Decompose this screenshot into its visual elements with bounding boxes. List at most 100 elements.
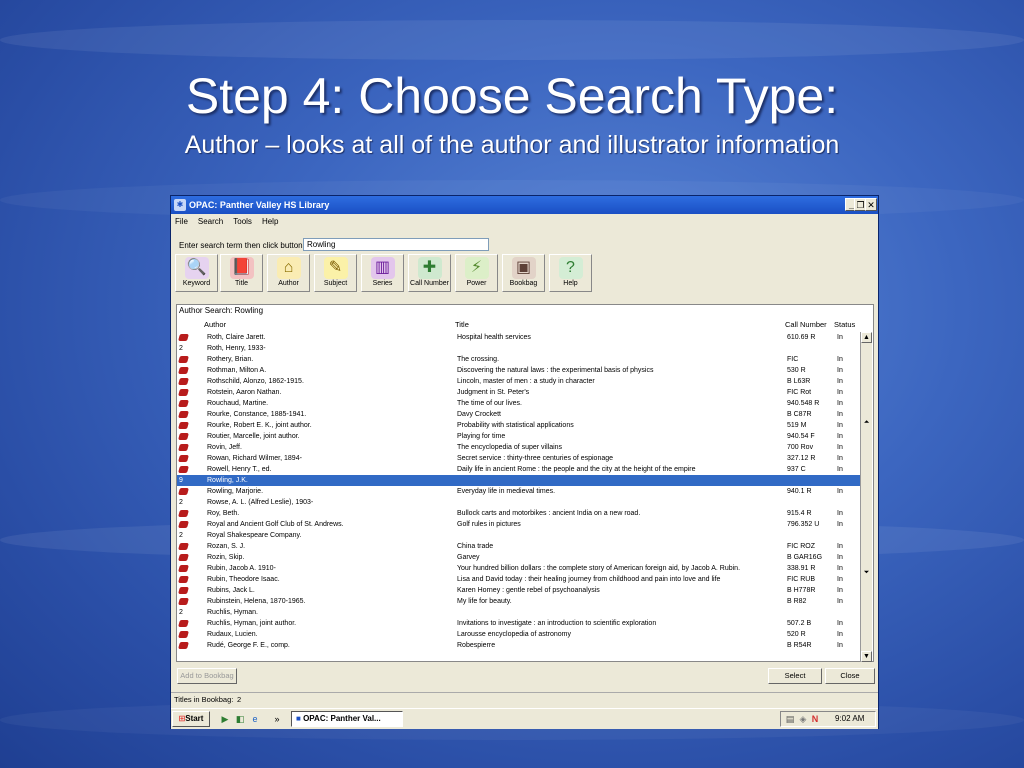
book-icon: [178, 598, 189, 605]
row-title: Lisa and David today : their healing jou…: [457, 576, 721, 583]
system-tray: ▤ ◈ N 9:02 AM: [780, 711, 876, 727]
row-call-number: 338.91 R: [787, 565, 816, 572]
column-header-status[interactable]: Status: [834, 320, 855, 329]
table-row[interactable]: 2 Ruchlis, Hyman.: [177, 607, 862, 618]
table-row[interactable]: 2 Roth, Henry, 1933-: [177, 343, 862, 354]
row-title: The crossing.: [457, 356, 500, 363]
table-row[interactable]: Rudé, George F. E., comp. Robespierre B R5…: [177, 640, 862, 651]
internet-explorer-icon[interactable]: e: [249, 713, 261, 725]
column-header-author[interactable]: Author: [204, 320, 226, 329]
taskbar-opac-window[interactable]: ■ OPAC: Panther Val...: [291, 711, 403, 727]
show-desktop-icon[interactable]: ▶: [219, 713, 231, 725]
table-row[interactable]: Rubins, Jack L. Karen Horney : gentle reb…: [177, 585, 862, 596]
book-icon: [178, 510, 189, 517]
table-row[interactable]: Royal and Ancient Golf Club of St. Andre…: [177, 519, 862, 530]
row-status: In: [837, 422, 843, 429]
row-author: Routier, Marcelle, joint author.: [207, 433, 300, 440]
title-search-button[interactable]: 📕 Title: [220, 254, 263, 292]
menu-bar: File Search Tools Help: [171, 215, 878, 229]
page-down-icon[interactable]: ⏷: [861, 568, 872, 579]
author-search-button[interactable]: ⌂ Author: [267, 254, 310, 292]
row-count: 2: [179, 532, 183, 539]
row-author: Rubin, Theodore Isaac.: [207, 576, 280, 583]
close-window-button[interactable]: ✕: [865, 198, 877, 211]
row-status: In: [837, 356, 843, 363]
row-author: Royal Shakespeare Company.: [207, 532, 302, 539]
series-search-button[interactable]: ▥ Series: [361, 254, 404, 292]
table-row[interactable]: Rourke, Constance, 1885-1941. Davy Crocke…: [177, 409, 862, 420]
table-row[interactable]: Rubinstein, Helena, 1870-1965. My life fo…: [177, 596, 862, 607]
bookbag-count-label: Titles in Bookbag:: [174, 695, 234, 704]
row-title: China trade: [457, 543, 494, 550]
table-row[interactable]: Rotstein, Aaron Nathan. Judgment in St. P…: [177, 387, 862, 398]
row-title: Secret service : thirty-three centuries …: [457, 455, 614, 462]
table-row[interactable]: Rowling, Marjorie. Everyday life in medie…: [177, 486, 862, 497]
table-row[interactable]: Rothschild, Alonzo, 1862-1915. Lincoln, m…: [177, 376, 862, 387]
row-call-number: B R54R: [787, 642, 812, 649]
table-row[interactable]: Rozin, Skip. Garvey B GAR16G In: [177, 552, 862, 563]
row-call-number: FIC: [787, 356, 799, 363]
table-row[interactable]: Rovin, Jeff. The encyclopedia of super vi…: [177, 442, 862, 453]
menu-file[interactable]: File: [175, 217, 188, 226]
table-row[interactable]: 9 Rowling, J.K.: [177, 475, 862, 486]
column-header-call-number[interactable]: Call Number: [785, 320, 827, 329]
search-prompt-label: Enter search term then click button:: [179, 241, 305, 250]
window-title: OPAC: Panther Valley HS Library: [189, 200, 330, 210]
select-button[interactable]: Select: [768, 668, 822, 684]
power-search-button[interactable]: ⚡ Power: [455, 254, 498, 292]
row-status: In: [837, 565, 843, 572]
results-scrollbar[interactable]: ▲ ⏶ ⏷ ▼: [860, 332, 872, 662]
keyword-search-button[interactable]: 🔍 Keyword: [175, 254, 218, 292]
table-row[interactable]: Rowell, Henry T., ed. Daily life in ancie…: [177, 464, 862, 475]
network-tray-icon[interactable]: ▤: [784, 713, 796, 725]
tray-app-icon[interactable]: ◈: [797, 713, 809, 725]
add-to-bookbag-button[interactable]: Add to Bookbag: [177, 668, 237, 684]
quicklaunch-app-icon[interactable]: ◧: [234, 713, 246, 725]
table-row[interactable]: Roy, Beth. Bullock carts and motorbikes :…: [177, 508, 862, 519]
help-button[interactable]: ? Help: [549, 254, 592, 292]
row-title: My life for beauty.: [457, 598, 512, 605]
column-header-title[interactable]: Title: [455, 320, 469, 329]
menu-search[interactable]: Search: [198, 217, 223, 226]
table-row[interactable]: Rubin, Jacob A. 1910- Your hundred billio…: [177, 563, 862, 574]
call-number-search-button[interactable]: ✚ Call Number: [408, 254, 451, 292]
table-row[interactable]: 2 Royal Shakespeare Company.: [177, 530, 862, 541]
norton-tray-icon[interactable]: N: [809, 713, 821, 725]
table-row[interactable]: Rouchaud, Martine. The time of our lives.…: [177, 398, 862, 409]
table-row[interactable]: Rourke, Robert E. K., joint author. Proba…: [177, 420, 862, 431]
search-input[interactable]: Rowling: [303, 238, 489, 251]
table-row[interactable]: Rothery, Brian. The crossing. FIC In: [177, 354, 862, 365]
menu-help[interactable]: Help: [262, 217, 278, 226]
bookbag-button[interactable]: ▣ Bookbag: [502, 254, 545, 292]
table-row[interactable]: Rowan, Richard Wilmer, 1894- Secret servi…: [177, 453, 862, 464]
table-row[interactable]: Rozan, S. J. China trade FIC ROZ In: [177, 541, 862, 552]
book-icon: [178, 444, 189, 451]
table-row[interactable]: 2 Rowse, A. L. (Alfred Leslie), 1903-: [177, 497, 862, 508]
scroll-up-button[interactable]: ▲: [861, 332, 872, 343]
menu-tools[interactable]: Tools: [233, 217, 252, 226]
row-call-number: 940.1 R: [787, 488, 812, 495]
close-button[interactable]: Close: [825, 668, 875, 684]
magnifier-icon: 🔍: [184, 257, 209, 279]
row-title: Bullock carts and motorbikes : ancient I…: [457, 510, 641, 517]
table-row[interactable]: Rudaux, Lucien. Larousse encyclopedia of …: [177, 629, 862, 640]
table-row[interactable]: Roth, Claire Jarett. Hospital health serv…: [177, 332, 862, 343]
row-status: In: [837, 378, 843, 385]
start-button[interactable]: ⊞Start: [172, 711, 210, 727]
row-status: In: [837, 389, 843, 396]
table-row[interactable]: Ruchlis, Hyman, joint author. Invitations…: [177, 618, 862, 629]
table-row[interactable]: Rothman, Milton A. Discovering the natura…: [177, 365, 862, 376]
window-titlebar[interactable]: ✱ OPAC: Panther Valley HS Library _ ❐ ✕: [171, 196, 878, 214]
book-icon: [178, 488, 189, 495]
table-row[interactable]: Rubin, Theodore Isaac. Lisa and David tod…: [177, 574, 862, 585]
row-call-number: 937 C: [787, 466, 806, 473]
table-row[interactable]: Routier, Marcelle, joint author. Playing …: [177, 431, 862, 442]
subject-search-button[interactable]: ✎ Subject: [314, 254, 357, 292]
page-up-icon[interactable]: ⏶: [861, 418, 872, 429]
quicklaunch-overflow-button[interactable]: »: [271, 713, 283, 725]
scroll-down-button[interactable]: ▼: [861, 651, 872, 662]
row-author: Rowse, A. L. (Alfred Leslie), 1903-: [207, 499, 314, 506]
book-icon: [178, 356, 189, 363]
row-status: In: [837, 598, 843, 605]
book-icon: [178, 433, 189, 440]
